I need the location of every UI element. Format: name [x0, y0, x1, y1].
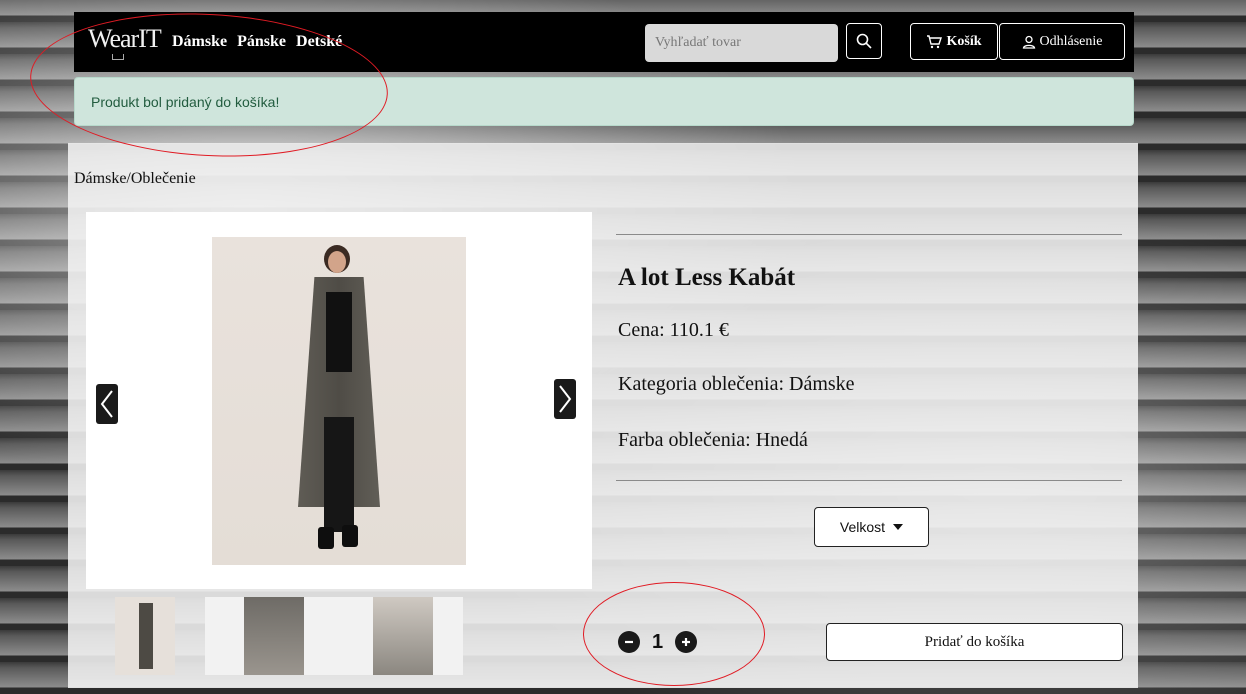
product-title: A lot Less Kabát [618, 264, 796, 291]
product-panel: Dámske/Oblečenie A lot Less Kabát Cena: … [68, 143, 1138, 688]
chevron-left-icon [100, 390, 113, 418]
product-color: Farba oblečenia: Hnedá [618, 429, 808, 451]
minus-icon [625, 640, 633, 644]
image-boot-left [318, 527, 334, 549]
quantity-value: 1 [652, 630, 664, 653]
caret-down-icon [893, 524, 904, 530]
thumbnail-1[interactable] [115, 597, 175, 675]
thumbnail-2[interactable] [205, 597, 341, 675]
cart-icon [927, 34, 943, 48]
add-to-cart-button[interactable]: Pridať do košíka [826, 623, 1123, 661]
image-boot-right [342, 525, 358, 547]
cart-button[interactable]: Košík [910, 23, 998, 60]
carousel-next-button[interactable] [554, 379, 576, 419]
quantity-decrease-button[interactable] [618, 631, 640, 653]
thumbnail-2-figure [244, 597, 304, 675]
cart-label: Košík [946, 33, 982, 49]
top-navbar: WearIT Dámske Pánske Detské Košík Odhlás… [74, 12, 1134, 72]
size-dropdown-label: Velkost [839, 519, 886, 535]
quantity-increase-button[interactable] [675, 631, 698, 653]
image-legs [324, 417, 354, 532]
nav-link-damske[interactable]: Dámske [172, 33, 227, 51]
thumbnail-1-figure [139, 603, 153, 669]
product-main-image [212, 237, 466, 565]
search-button[interactable] [846, 23, 882, 59]
search-input[interactable] [645, 24, 838, 62]
image-carousel [86, 212, 592, 589]
size-dropdown[interactable]: Velkost [814, 507, 929, 547]
logout-label: Odhlásenie [1039, 33, 1103, 49]
success-alert: Produkt bol pridaný do košíka! [74, 77, 1134, 126]
brand-logo[interactable]: WearIT [84, 18, 174, 66]
user-icon [1022, 35, 1035, 49]
chevron-right-icon [559, 385, 572, 413]
thumbnail-3[interactable] [340, 597, 463, 675]
product-price: Cena: 110.1 € [618, 319, 729, 341]
product-category: Kategoria oblečenia: Dámske [618, 373, 855, 395]
thumbnail-3-figure [373, 597, 433, 675]
alert-message: Produkt bol pridaný do košíka! [91, 93, 280, 110]
search-icon [856, 33, 872, 49]
image-face [328, 251, 346, 273]
carousel-prev-button[interactable] [96, 384, 118, 424]
divider-top [616, 234, 1122, 235]
nav-link-detske[interactable]: Detské [296, 33, 342, 51]
quantity-stepper: 1 [618, 626, 698, 658]
divider-middle [616, 480, 1122, 481]
image-top [326, 292, 352, 372]
plus-icon [682, 638, 691, 646]
brand-mark-icon [112, 54, 124, 60]
breadcrumb[interactable]: Dámske/Oblečenie [74, 170, 196, 188]
brand-name: WearIT [88, 24, 162, 53]
nav-link-panske[interactable]: Pánske [237, 33, 286, 51]
logout-button[interactable]: Odhlásenie [999, 23, 1125, 60]
